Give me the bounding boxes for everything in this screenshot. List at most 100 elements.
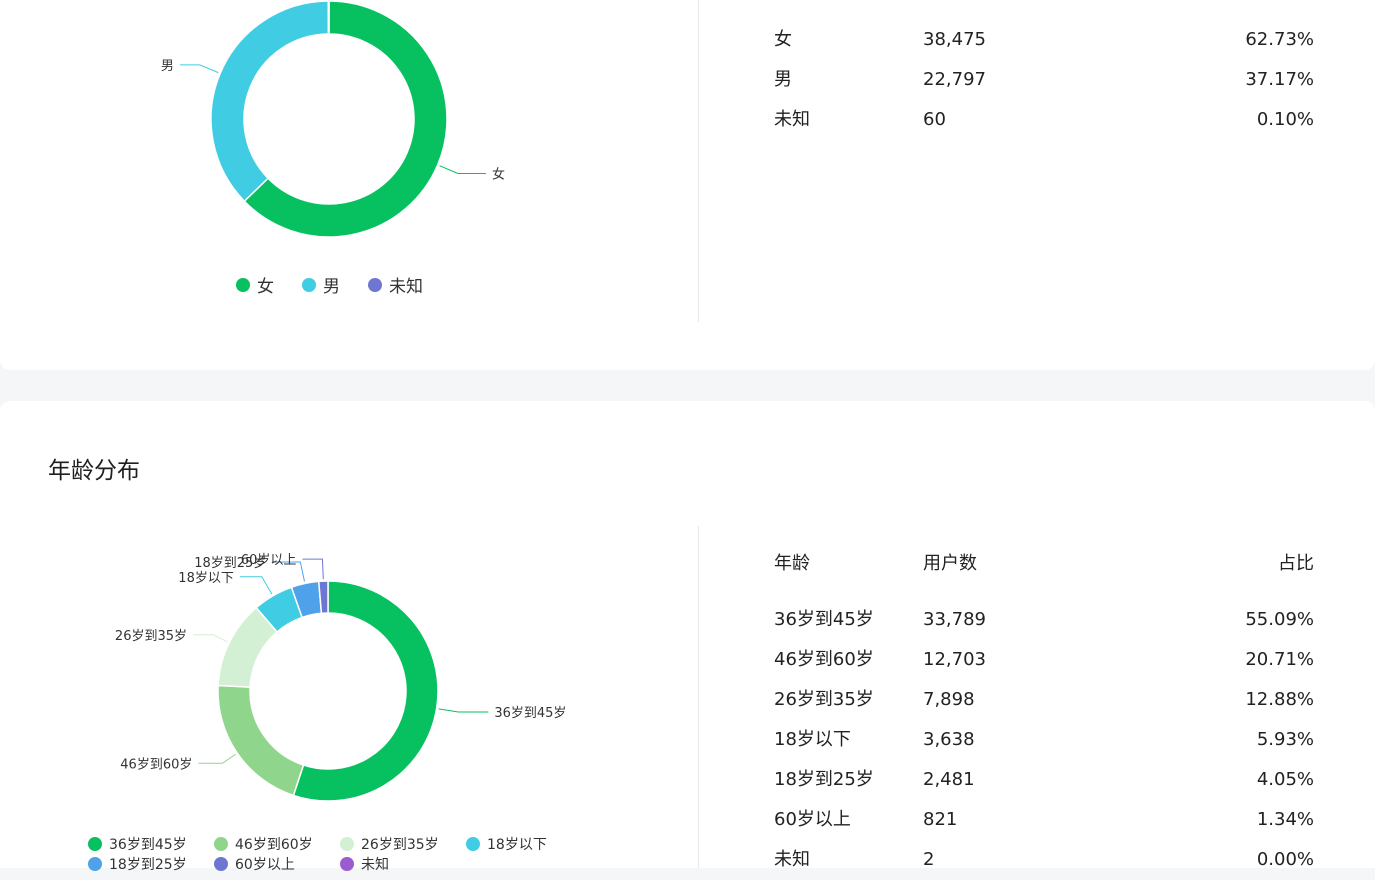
legend-dot-icon (340, 857, 354, 871)
row-label: 未知 (774, 849, 810, 870)
row-ratio: 20.71% (1245, 649, 1314, 670)
table-row: 未知 2 0.00% (774, 840, 1314, 880)
legend-label: 男 (323, 277, 340, 297)
age-legend-item[interactable]: 36岁到45岁 (88, 835, 214, 853)
row-ratio: 62.73% (1245, 29, 1314, 50)
table-row: 未知 60 0.10% (774, 100, 1314, 140)
row-ratio: 1.34% (1256, 809, 1314, 830)
row-label: 男 (774, 69, 792, 90)
row-users: 38,475 (923, 29, 986, 50)
legend-dot-icon (88, 857, 102, 871)
row-label: 36岁到45岁 (774, 609, 874, 630)
donut-slice[interactable] (210, 0, 330, 203)
row-users: 821 (923, 809, 958, 830)
row-users: 2 (923, 849, 935, 870)
gender-divider (698, 0, 699, 322)
age-card: 年龄分布 36岁到45岁 46岁到60岁 26岁到35岁 18岁以下 18岁到25岁 60… (0, 401, 1375, 873)
legend-label: 未知 (389, 277, 423, 297)
table-row: 46岁到60岁 12,703 20.71% (774, 640, 1314, 680)
legend-label: 女 (257, 277, 274, 297)
age-table: 年龄 用户数 占比 36岁到45岁 33,789 55.09% 46岁到60岁 12,7… (774, 544, 1314, 880)
row-users: 7,898 (923, 689, 975, 710)
row-ratio: 0.00% (1256, 849, 1314, 870)
legend-dot-icon (368, 277, 382, 292)
legend-label: 36岁到45岁 (109, 837, 187, 853)
slice-label: 26岁到35岁 (115, 629, 187, 644)
label-leader-line (438, 708, 489, 713)
row-label: 18岁以下 (774, 729, 851, 750)
row-label: 46岁到60岁 (774, 649, 874, 670)
row-ratio: 0.10% (1256, 109, 1314, 130)
header-users: 用户数 (923, 553, 977, 574)
age-legend-item[interactable]: 26岁到35岁 (340, 835, 466, 853)
gender-legend-item[interactable]: 女 (236, 272, 274, 297)
row-users: 22,797 (923, 69, 986, 90)
row-ratio: 12.88% (1245, 689, 1314, 710)
header-ratio: 占比 (1278, 553, 1314, 574)
table-row: 男 22,797 37.17% (774, 60, 1314, 100)
gender-card: 女男 女男未知 女 38,475 62.73% 男 22,797 37.17% 未知 60 0.… (0, 0, 1375, 370)
slice-label: 36岁到45岁 (494, 706, 566, 721)
row-label: 26岁到35岁 (774, 689, 874, 710)
label-leader-line (439, 165, 486, 175)
legend-dot-icon (466, 837, 480, 851)
age-legend-item[interactable]: 46岁到60岁 (214, 835, 340, 853)
row-users: 2,481 (923, 769, 975, 790)
table-row: 36岁到45岁 33,789 55.09% (774, 600, 1314, 640)
legend-dot-icon (88, 837, 102, 851)
row-label: 60岁以上 (774, 809, 851, 830)
header-age: 年龄 (774, 553, 810, 574)
table-row: 18岁到25岁 2,481 4.05% (774, 760, 1314, 800)
row-users: 3,638 (923, 729, 975, 750)
table-row: 18岁以下 3,638 5.93% (774, 720, 1314, 760)
table-row: 女 38,475 62.73% (774, 20, 1314, 60)
legend-label: 未知 (361, 857, 389, 873)
age-divider (698, 526, 699, 868)
label-leader-line (198, 753, 236, 764)
row-ratio: 4.05% (1256, 769, 1314, 790)
row-label: 18岁到25岁 (774, 769, 874, 790)
slice-label: 60岁以上 (241, 553, 297, 568)
legend-label: 60岁以上 (235, 857, 295, 873)
legend-dot-icon (214, 857, 228, 871)
age-legend-item[interactable]: 18岁到25岁 (88, 855, 214, 873)
row-ratio: 5.93% (1256, 729, 1314, 750)
label-leader-line (193, 634, 228, 643)
legend-dot-icon (236, 277, 250, 292)
row-ratio: 55.09% (1245, 609, 1314, 630)
slice-label: 46岁到60岁 (120, 757, 192, 772)
row-label: 女 (774, 29, 792, 50)
donut-slice[interactable] (217, 684, 305, 797)
age-legend-item[interactable]: 未知 (340, 855, 466, 873)
age-donut-chart: 36岁到45岁46岁到60岁26岁到35岁18岁以下18岁到25岁60岁以上 (115, 553, 566, 802)
row-users: 12,703 (923, 649, 986, 670)
label-leader-line (239, 576, 273, 595)
row-users: 60 (923, 109, 946, 130)
legend-dot-icon (302, 277, 316, 292)
label-leader-line (179, 64, 219, 74)
legend-label: 46岁到60岁 (235, 837, 313, 853)
age-legend-item[interactable]: 60岁以上 (214, 855, 340, 873)
gender-legend-item[interactable]: 未知 (368, 272, 423, 297)
legend-dot-icon (214, 837, 228, 851)
row-ratio: 37.17% (1245, 69, 1314, 90)
slice-label: 女 (492, 167, 505, 183)
legend-label: 18岁以下 (487, 837, 547, 853)
row-users: 33,789 (923, 609, 986, 630)
legend-label: 18岁到25岁 (109, 857, 187, 873)
age-legend-item[interactable]: 18岁以下 (466, 835, 592, 853)
table-row: 26岁到35岁 7,898 12.88% (774, 680, 1314, 720)
legend-dot-icon (340, 837, 354, 851)
gender-table: 女 38,475 62.73% 男 22,797 37.17% 未知 60 0.10% (774, 20, 1314, 140)
slice-label: 男 (161, 59, 174, 74)
slice-label: 18岁以下 (178, 571, 234, 586)
age-legend: 36岁到45岁 46岁到60岁 26岁到35岁 18岁以下 18岁到25岁 60岁以上 未知 (88, 835, 608, 873)
row-label: 未知 (774, 109, 810, 130)
label-leader-line (302, 558, 324, 580)
age-table-header: 年龄 用户数 占比 (774, 544, 1314, 584)
legend-label: 26岁到35岁 (361, 837, 439, 853)
gender-legend-item[interactable]: 男 (302, 272, 340, 297)
table-row: 60岁以上 821 1.34% (774, 800, 1314, 840)
gender-legend: 女 男 未知 (236, 272, 451, 297)
donut-slice[interactable] (327, 0, 330, 35)
